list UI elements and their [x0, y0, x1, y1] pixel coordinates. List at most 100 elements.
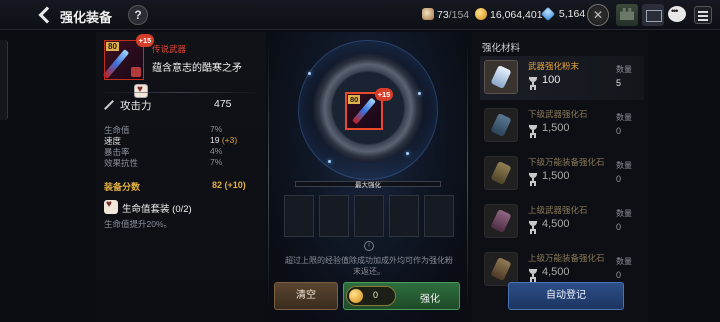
substat-row: 速度 19 (+3) [104, 135, 254, 146]
stamina-max: /154 [448, 9, 470, 21]
material-exp: 1,500 [542, 170, 570, 182]
material-slot[interactable] [389, 195, 419, 237]
top-bar: 强化装备 ? 73/154 16,064,401 5,164 ✕ [0, 0, 720, 30]
attack-value: 475 [214, 98, 232, 110]
material-item[interactable]: 下级武器强化石 1,500 数量 0 [480, 104, 644, 148]
exp-icon [528, 173, 538, 183]
material-qty: 0 [616, 174, 622, 184]
exp-icon [528, 269, 538, 279]
item-rarity: 传说武器 [152, 44, 187, 54]
back-icon[interactable] [36, 6, 54, 24]
material-qty: 0 [616, 222, 622, 232]
material-icon [484, 204, 518, 238]
divider [100, 92, 262, 93]
set-heart-icon [134, 84, 148, 98]
stamina-current: 73 [437, 9, 449, 21]
material-icon [484, 252, 518, 286]
enhance-button[interactable]: 0 强化 [343, 282, 460, 310]
materials-title: 强化材料 [482, 43, 521, 54]
clear-button[interactable]: 清空 [274, 282, 338, 310]
qty-label: 数量 [616, 113, 632, 122]
item-level-badge: 80 [106, 42, 119, 51]
material-name: 上级万能装备强化石 [528, 253, 605, 263]
divider [268, 40, 269, 310]
chat-bubble-icon[interactable] [668, 6, 686, 22]
gem-socket-icon [131, 67, 141, 77]
material-name: 下级武器强化石 [528, 109, 588, 119]
material-name: 武器强化粉末 [528, 61, 580, 71]
gold-amount: 16,064,401 [490, 9, 543, 21]
item-level-badge: 80 [348, 95, 361, 104]
material-slot[interactable] [319, 195, 349, 237]
substat-label: 速度 [104, 136, 122, 146]
gear-score-value: 82 [212, 180, 223, 190]
substat-row: 暴击率 4% [104, 146, 254, 157]
stamina-icon [422, 8, 434, 20]
sword-icon [104, 100, 114, 110]
set-description: 生命值提升20%。 [104, 219, 173, 229]
material-icon [484, 108, 518, 142]
progress-label: 最大强化 [355, 182, 381, 189]
sparkle-icon [328, 160, 331, 163]
substat-label: 效果抗性 [104, 158, 139, 168]
substat-row: 生命值 7% [104, 124, 254, 135]
material-exp: 4,500 [542, 218, 570, 230]
material-exp: 4,500 [542, 266, 570, 278]
qty-label: 数量 [616, 161, 632, 170]
material-item[interactable]: 上级武器强化石 4,500 数量 0 [480, 200, 644, 244]
substat-label: 暴击率 [104, 147, 130, 157]
gear-score-bonus: (+10) [224, 180, 246, 190]
item-name: 蕴含意志的酷寒之矛 [152, 63, 242, 74]
crystal-icon [540, 6, 556, 22]
attack-label: 攻击力 [120, 100, 152, 112]
info-icon: i [364, 241, 374, 251]
material-exp: 1,500 [542, 122, 570, 134]
set-name: 生命值套装 [122, 204, 170, 215]
enhance-stage: 80 +15 最大强化 i 超过上限的经验值除成功加成外均可作为强化粉末返还。 [268, 32, 468, 322]
cost-value: 0 [373, 290, 379, 300]
material-slot[interactable] [354, 195, 384, 237]
powder-icon [490, 64, 512, 90]
crossed-swords-icon[interactable]: ✕ [587, 4, 609, 26]
help-button[interactable]: ? [128, 5, 148, 25]
item-detail-panel: 80 +15 传说武器 蕴含意志的酷寒之矛 攻击力 475 生命值 7% 速度 … [96, 32, 266, 322]
castle-icon[interactable] [616, 4, 638, 26]
materials-panel: 强化材料 武器强化粉末 100 数量 5 下级武器强化石 1,500 数量 0 … [472, 32, 648, 322]
page-title: 强化装备 [60, 10, 113, 25]
menu-icon[interactable] [694, 6, 712, 24]
material-icon [484, 156, 518, 190]
substat-label: 生命值 [104, 125, 130, 135]
stone-icon [490, 160, 512, 186]
material-item[interactable]: 武器强化粉末 100 数量 5 [480, 56, 644, 100]
heart-set-icon [104, 199, 118, 214]
material-slot[interactable] [284, 195, 314, 237]
spear-icon [102, 49, 130, 79]
material-slot[interactable] [424, 195, 454, 237]
sparkle-icon [308, 72, 311, 75]
item-enhance-badge: +15 [375, 88, 393, 101]
material-name: 上级武器强化石 [528, 205, 588, 215]
target-item-slot[interactable]: 80 +15 [345, 88, 393, 130]
exp-icon [528, 77, 538, 87]
substat-value: 4% [210, 146, 223, 156]
stamina-counter[interactable]: 73/154 [422, 8, 469, 21]
substat-row: 效果抗性 7% [104, 157, 254, 168]
sparkle-icon [406, 152, 409, 155]
stone-icon [490, 112, 512, 138]
material-exp: 100 [542, 74, 561, 86]
gem-counter[interactable]: 5,164 [540, 6, 585, 22]
set-bonus-title: 生命值套装 (0/2) [122, 201, 192, 215]
item-thumbnail[interactable]: 80 +15 [102, 34, 154, 80]
qty-label: 数量 [616, 65, 632, 74]
material-item[interactable]: 下级万能装备强化石 1,500 数量 0 [480, 152, 644, 196]
gold-counter[interactable]: 16,064,401 [475, 8, 543, 21]
exp-icon [528, 221, 538, 231]
mail-icon[interactable] [642, 4, 664, 26]
gold-coin-icon [475, 8, 487, 20]
material-qty: 5 [616, 78, 622, 88]
material-qty: 0 [616, 126, 622, 136]
side-handle[interactable] [0, 40, 8, 120]
auto-register-button[interactable]: 自动登记 [508, 282, 624, 310]
enhance-label: 强化 [420, 294, 440, 305]
qty-label: 数量 [616, 209, 632, 218]
